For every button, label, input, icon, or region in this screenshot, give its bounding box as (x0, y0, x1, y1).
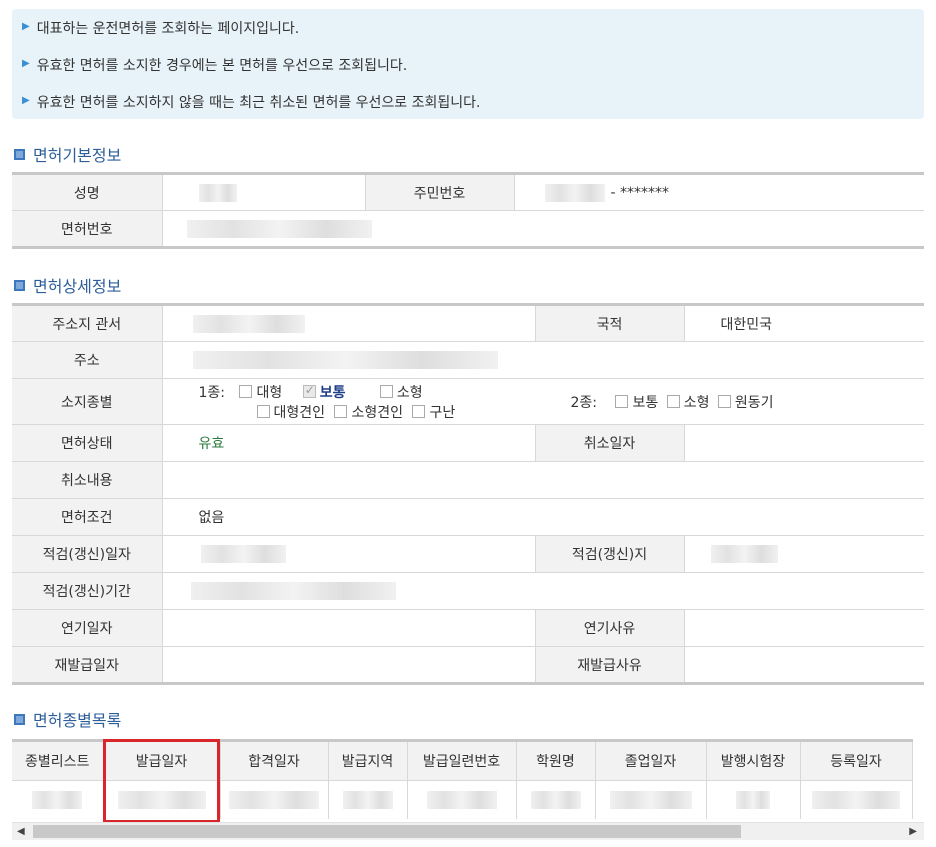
checkbox-class1-regular[interactable] (302, 383, 316, 398)
class1-group: 1종: 대형 보통 소형 대형견인 소형견인 구난 (199, 382, 571, 422)
notice-item: ▶ 유효한 면허를 소지하지 않을 때는 최근 취소된 면허를 우선으로 조회됩니… (22, 95, 481, 111)
checkbox-class1-small-tow[interactable] (334, 405, 348, 418)
column-header[interactable]: 졸업일자 (595, 739, 707, 781)
notice-box: ▶ 대표하는 운전면허를 조회하는 페이지입니다. ▶ 유효한 면허를 소지한 경우… (12, 9, 924, 119)
checkbox-class1-large-tow[interactable] (256, 405, 270, 418)
cancel-date-label: 취소일자 (535, 424, 685, 462)
type-label: 소지종별 (12, 378, 163, 425)
triangle-bullet-icon: ▶ (22, 58, 30, 69)
detail-info-table: 주소지 관서 국적 대한민국 주소 소지종별 1종: 대형 보통 소형 대형견인 (12, 303, 924, 685)
column-header[interactable]: 발급지역 (328, 739, 408, 781)
column-header[interactable]: 등록일자 (800, 739, 913, 781)
triangle-bullet-icon: ▶ (22, 21, 30, 32)
reissue-date-value (162, 646, 536, 685)
checkbox-class2-regular[interactable] (615, 395, 629, 408)
triangle-bullet-icon: ▶ (22, 95, 30, 106)
horizontal-scrollbar[interactable]: ◀ ▶ (12, 822, 924, 840)
notice-item: ▶ 유효한 면허를 소지한 경우에는 본 면허를 우선으로 조회됩니다. (22, 58, 408, 74)
checkbox-class2-small[interactable] (666, 395, 680, 408)
reissue-reason-label: 재발급사유 (535, 646, 685, 685)
notice-item: ▶ 대표하는 운전면허를 조회하는 페이지입니다. (22, 21, 300, 37)
license-no-value (162, 210, 924, 249)
condition-label: 면허조건 (12, 498, 163, 536)
scrollbar-thumb[interactable] (33, 825, 741, 838)
scroll-left-icon[interactable]: ◀ (17, 826, 25, 837)
checkbox-class1-wrecker[interactable] (412, 405, 426, 418)
status-label: 면허상태 (12, 424, 163, 462)
type-value: 1종: 대형 보통 소형 대형견인 소형견인 구난 2종: 보통 소형 원 (162, 378, 924, 425)
renew-period-label: 적검(갱신)기간 (12, 572, 163, 610)
status-value: 유효 (162, 424, 536, 462)
cancel-reason-label: 취소내용 (12, 461, 163, 499)
square-bullet-icon (14, 148, 25, 160)
column-header[interactable]: 학원명 (516, 739, 596, 781)
column-header[interactable]: 합격일자 (220, 739, 329, 781)
jurisdiction-label: 주소지 관서 (12, 303, 163, 342)
checkbox-class1-small[interactable] (379, 385, 393, 398)
square-bullet-icon (14, 279, 25, 291)
section-title-list: 면허종별목록 (14, 707, 121, 731)
license-no-label: 면허번호 (12, 210, 163, 249)
name-value (162, 172, 366, 211)
rrn-label: 주민번호 (365, 172, 515, 211)
class2-group: 2종: 보통 소형 원동기 (570, 394, 774, 411)
defer-date-value (162, 609, 536, 647)
renew-place-value (684, 535, 924, 573)
renew-date-value (162, 535, 536, 573)
address-label: 주소 (12, 341, 163, 379)
name-label: 성명 (12, 172, 163, 211)
license-type-table: 종별리스트 발급일자 합격일자 발급지역 발급일련번호 학원명 졸업일자 발행시… (12, 739, 913, 819)
column-header[interactable]: 발행시험장 (706, 739, 801, 781)
nationality-value: 대한민국 (684, 303, 924, 342)
square-bullet-icon (14, 713, 25, 725)
reissue-reason-value (684, 646, 924, 685)
defer-date-label: 연기일자 (12, 609, 163, 647)
table-row[interactable] (12, 780, 913, 819)
condition-value: 없음 (162, 498, 924, 536)
reissue-date-label: 재발급일자 (12, 646, 163, 685)
cancel-reason-value (162, 461, 924, 499)
column-header[interactable]: 종별리스트 (12, 739, 104, 781)
column-header[interactable]: 발급일자 (103, 739, 221, 781)
defer-reason-label: 연기사유 (535, 609, 685, 647)
section-title-basic: 면허기본정보 (14, 142, 121, 166)
basic-info-table: 성명 주민번호 - ******* 면허번호 (12, 172, 924, 249)
rrn-value: - ******* (514, 172, 924, 211)
address-value (162, 341, 924, 379)
jurisdiction-value (162, 303, 536, 342)
cancel-date-value (684, 424, 924, 462)
defer-reason-value (684, 609, 924, 647)
nationality-label: 국적 (535, 303, 685, 342)
scroll-right-icon[interactable]: ▶ (909, 826, 917, 837)
license-type-list: 종별리스트 발급일자 합격일자 발급지역 발급일련번호 학원명 졸업일자 발행시… (12, 739, 924, 823)
section-title-detail: 면허상세정보 (14, 273, 121, 297)
renew-period-value (162, 572, 924, 610)
renew-place-label: 적검(갱신)지 (535, 535, 685, 573)
checkbox-class2-moped[interactable] (717, 395, 731, 408)
checkbox-class1-large[interactable] (239, 385, 253, 398)
renew-date-label: 적검(갱신)일자 (12, 535, 163, 573)
column-header[interactable]: 발급일련번호 (407, 739, 517, 781)
